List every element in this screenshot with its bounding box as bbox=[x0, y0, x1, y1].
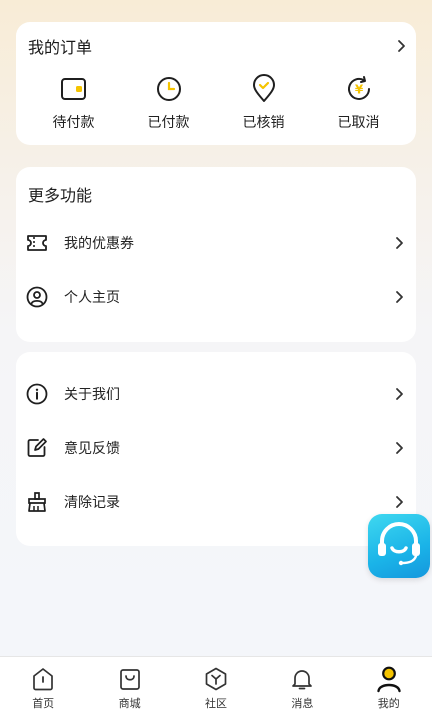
broom-icon bbox=[26, 491, 48, 513]
chevron-right-icon bbox=[394, 387, 404, 401]
tab-label: 首页 bbox=[32, 697, 55, 710]
tab-mine[interactable]: 我的 bbox=[357, 665, 421, 711]
customer-service-icon bbox=[374, 521, 424, 571]
home-icon bbox=[29, 665, 57, 693]
chevron-right-icon bbox=[394, 236, 404, 250]
row-label: 关于我们 bbox=[64, 387, 120, 403]
profile-row[interactable]: 个人主页 bbox=[16, 270, 416, 324]
community-icon bbox=[202, 665, 230, 693]
order-cancelled[interactable]: ¥ 已取消 bbox=[319, 74, 399, 132]
orders-header[interactable]: 我的订单 bbox=[28, 34, 406, 58]
wallet-icon bbox=[59, 74, 89, 104]
tab-label: 商城 bbox=[118, 697, 141, 710]
row-label: 个人主页 bbox=[64, 290, 120, 306]
tab-label: 社区 bbox=[204, 697, 227, 710]
chevron-right-icon bbox=[394, 495, 404, 509]
info-icon bbox=[26, 383, 48, 405]
row-label: 我的优惠券 bbox=[64, 236, 134, 252]
user-circle-icon bbox=[26, 286, 48, 308]
order-label: 待付款 bbox=[52, 115, 95, 131]
shopping-bag-icon bbox=[116, 665, 144, 693]
row-label: 清除记录 bbox=[64, 495, 120, 511]
order-pending-payment[interactable]: 待付款 bbox=[34, 74, 114, 132]
more-functions-title: 更多功能 bbox=[28, 186, 93, 205]
order-paid[interactable]: 已付款 bbox=[129, 74, 209, 132]
coupon-icon bbox=[26, 232, 48, 254]
about-us-row[interactable]: 关于我们 bbox=[16, 367, 416, 421]
order-label: 已取消 bbox=[337, 115, 380, 131]
chevron-right-icon bbox=[394, 290, 404, 304]
tab-label: 我的 bbox=[377, 697, 400, 710]
clear-history-row[interactable]: 清除记录 bbox=[16, 475, 416, 529]
my-coupons-row[interactable]: 我的优惠券 bbox=[16, 216, 416, 270]
order-label: 已核销 bbox=[242, 115, 285, 131]
more-functions-card: 更多功能 我的优惠券 个人主页 bbox=[16, 167, 416, 342]
order-label: 已付款 bbox=[147, 115, 190, 131]
order-verified[interactable]: 已核销 bbox=[224, 74, 304, 132]
location-check-icon bbox=[249, 74, 279, 104]
chevron-right-icon bbox=[396, 39, 406, 53]
person-icon bbox=[375, 665, 403, 693]
svg-text:¥: ¥ bbox=[354, 83, 363, 97]
tab-community[interactable]: 社区 bbox=[184, 665, 248, 711]
row-label: 意见反馈 bbox=[64, 441, 120, 457]
chevron-right-icon bbox=[394, 441, 404, 455]
tab-messages[interactable]: 消息 bbox=[270, 665, 334, 711]
bottom-tab-bar: 首页 商城 社区 消息 我的 bbox=[0, 656, 432, 720]
yen-refresh-icon: ¥ bbox=[344, 74, 374, 104]
edit-icon bbox=[26, 437, 48, 459]
orders-title: 我的订单 bbox=[28, 38, 93, 57]
customer-service-button[interactable] bbox=[368, 514, 430, 578]
bell-icon bbox=[288, 665, 316, 693]
settings-card: 关于我们 意见反馈 清除记录 bbox=[16, 352, 416, 546]
clock-icon bbox=[154, 74, 184, 104]
tab-mall[interactable]: 商城 bbox=[98, 665, 162, 711]
tab-home[interactable]: 首页 bbox=[11, 665, 75, 711]
feedback-row[interactable]: 意见反馈 bbox=[16, 421, 416, 475]
orders-card: 我的订单 待付款 已付款 已核销 ¥ 已取消 bbox=[16, 22, 416, 145]
tab-label: 消息 bbox=[291, 697, 314, 710]
